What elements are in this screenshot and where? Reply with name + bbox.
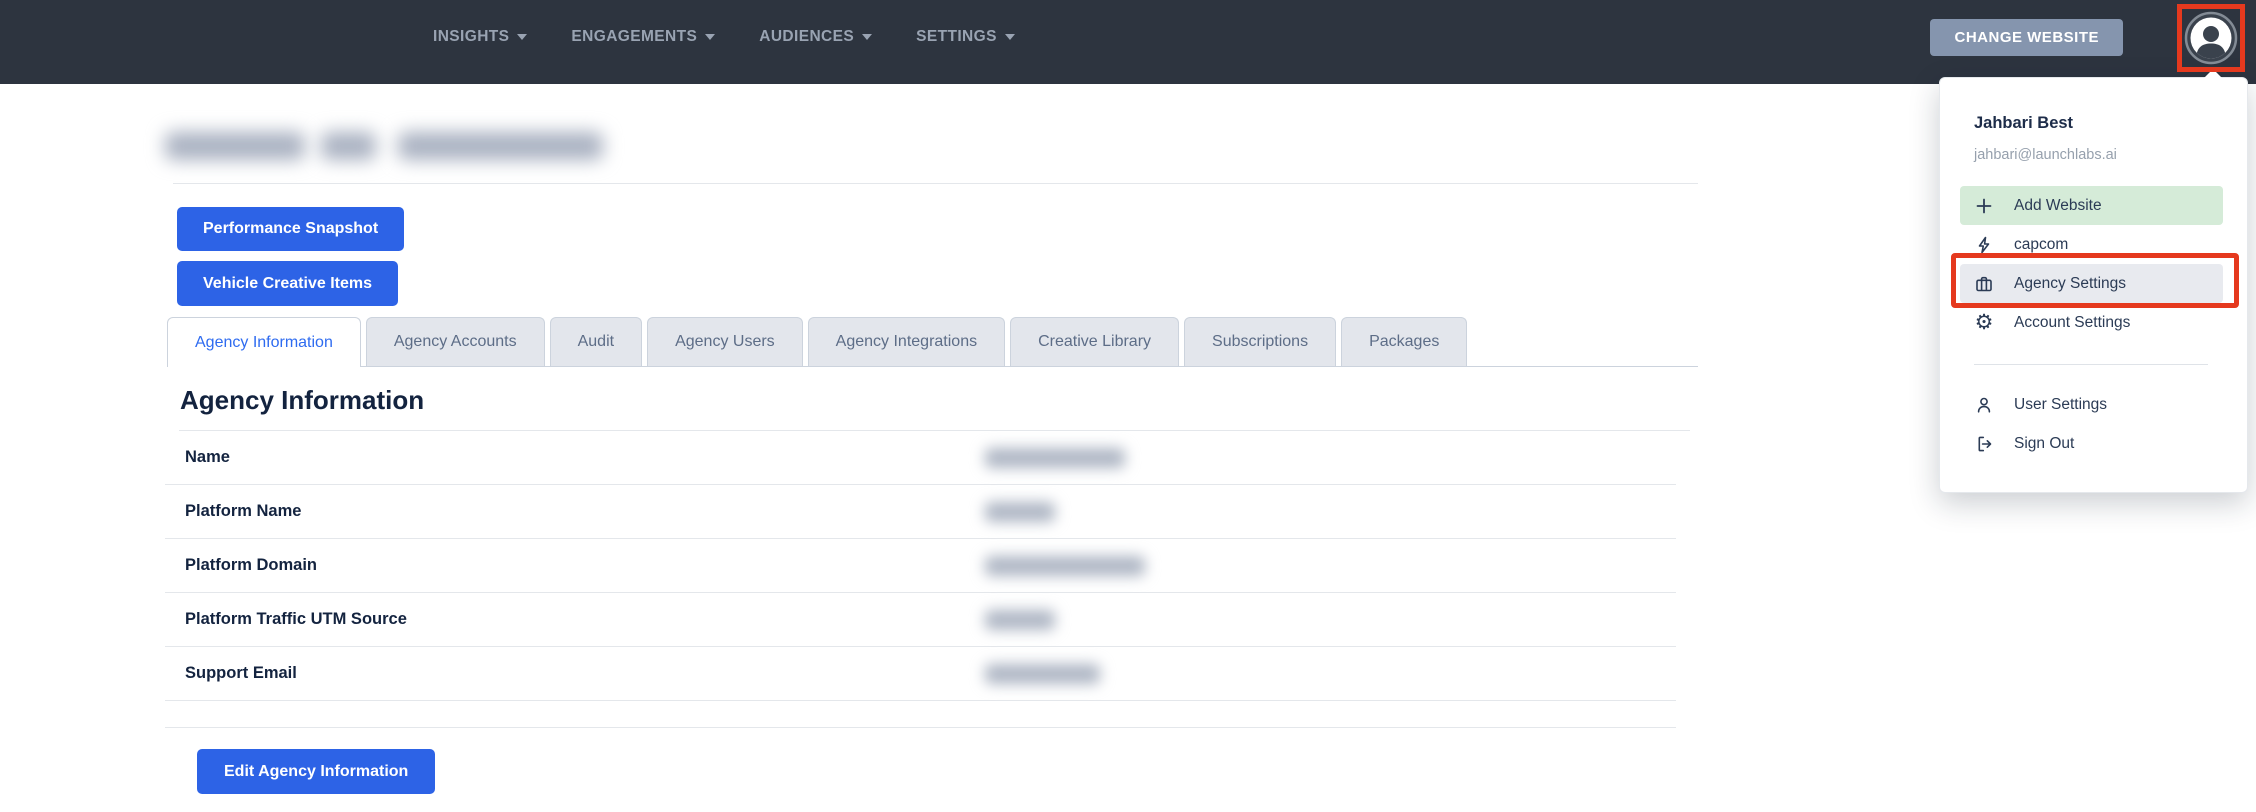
redacted-value xyxy=(985,664,1100,684)
menu-item-sign-out[interactable]: Sign Out xyxy=(1960,424,2223,463)
sign-out-icon xyxy=(1974,433,1994,454)
caret-down-icon xyxy=(862,34,873,40)
menu-item-capcom[interactable]: capcom xyxy=(1960,225,2223,264)
edit-agency-information-button[interactable]: Edit Agency Information xyxy=(197,749,436,794)
redacted-text-blob xyxy=(165,132,305,160)
tab-agency-users[interactable]: Agency Users xyxy=(647,317,803,366)
user-name: Jahbari Best xyxy=(1974,114,2074,132)
table-row-name: Name xyxy=(165,431,1676,485)
menu-item-agency-settings[interactable]: Agency Settings xyxy=(1960,264,2223,303)
field-label: Platform Name xyxy=(185,502,302,520)
field-label: Support Email xyxy=(185,664,297,682)
dropdown-item-list: Add Website capcom Agency Settings ⚙ Acc… xyxy=(1940,186,2247,342)
table-row-platform-domain: Platform Domain xyxy=(165,539,1676,593)
nav-menu-settings[interactable]: SETTINGS xyxy=(916,28,1015,46)
nav-menu-label: SETTINGS xyxy=(916,28,997,45)
main-content: Performance Snapshot Vehicle Creative It… xyxy=(165,122,1698,794)
page-title-redacted xyxy=(165,122,1698,170)
plus-icon xyxy=(1974,195,1994,216)
vehicle-creative-items-button[interactable]: Vehicle Creative Items xyxy=(177,261,398,306)
tab-audit[interactable]: Audit xyxy=(549,317,643,366)
redacted-text-blob xyxy=(398,132,603,160)
menu-item-add-website[interactable]: Add Website xyxy=(1960,186,2223,225)
tab-agency-integrations[interactable]: Agency Integrations xyxy=(807,317,1006,366)
section-title: Agency Information xyxy=(180,385,425,415)
menu-item-label: Agency Settings xyxy=(2014,274,2127,292)
redacted-text-blob xyxy=(321,132,376,160)
dropdown-footer-list: User Settings Sign Out xyxy=(1940,385,2247,463)
tab-subscriptions[interactable]: Subscriptions xyxy=(1184,317,1337,366)
tab-creative-library[interactable]: Creative Library xyxy=(1010,317,1180,366)
user-email: jahbari@launchlabs.ai xyxy=(1974,147,2117,163)
dropdown-divider xyxy=(1974,364,2208,365)
table-row-support-email: Support Email xyxy=(165,647,1676,701)
briefcase-icon xyxy=(1974,273,1994,294)
menu-item-label: Sign Out xyxy=(2014,434,2075,452)
performance-snapshot-button[interactable]: Performance Snapshot xyxy=(177,207,405,251)
table-row-platform-name: Platform Name xyxy=(165,485,1676,539)
nav-menu-label: ENGAGEMENTS xyxy=(571,28,698,45)
menu-item-account-settings[interactable]: ⚙ Account Settings xyxy=(1960,303,2223,342)
nav-menu-insights[interactable]: INSIGHTS xyxy=(433,28,528,46)
menu-item-label: User Settings xyxy=(2014,395,2108,413)
title-divider xyxy=(173,183,1698,184)
caret-down-icon xyxy=(1004,34,1015,40)
redacted-value xyxy=(985,610,1055,630)
nav-menu-audiences[interactable]: AUDIENCES xyxy=(759,28,873,46)
field-label: Platform Traffic UTM Source xyxy=(185,610,407,628)
field-label: Name xyxy=(185,448,230,466)
nav-menu-label: INSIGHTS xyxy=(433,28,510,45)
nav-menu-label: AUDIENCES xyxy=(759,28,855,45)
change-website-button[interactable]: CHANGE WEBSITE xyxy=(1930,18,2123,56)
redacted-value xyxy=(985,502,1055,522)
caret-down-icon xyxy=(705,34,716,40)
person-circle-icon xyxy=(2184,11,2238,65)
user-dropdown-menu: Jahbari Best jahbari@launchlabs.ai Add W… xyxy=(1939,69,2248,493)
nav-menus: INSIGHTS ENGAGEMENTS AUDIENCES SETTINGS xyxy=(433,28,1015,46)
redacted-value xyxy=(985,556,1145,576)
top-navbar: INSIGHTS ENGAGEMENTS AUDIENCES SETTINGS … xyxy=(0,0,2256,84)
field-label: Platform Domain xyxy=(185,556,318,574)
menu-item-label: capcom xyxy=(2014,235,2069,253)
menu-item-user-settings[interactable]: User Settings xyxy=(1960,385,2223,424)
table-bottom-divider xyxy=(165,701,1676,728)
settings-tab-bar: Agency Information Agency Accounts Audit… xyxy=(167,317,1698,367)
lightning-icon xyxy=(1974,234,1994,255)
tab-agency-accounts[interactable]: Agency Accounts xyxy=(365,317,545,366)
nav-menu-engagements[interactable]: ENGAGEMENTS xyxy=(571,28,716,46)
tab-agency-information[interactable]: Agency Information xyxy=(167,317,361,367)
agency-info-table: Name Platform Name Platform Domain Platf… xyxy=(165,431,1676,728)
table-row-platform-traffic-utm-source: Platform Traffic UTM Source xyxy=(165,593,1676,647)
tab-packages[interactable]: Packages xyxy=(1341,317,1468,366)
gear-icon: ⚙ xyxy=(1974,310,1994,334)
caret-down-icon xyxy=(517,34,528,40)
user-avatar-button[interactable] xyxy=(2183,10,2239,66)
menu-item-label: Add Website xyxy=(2014,196,2102,214)
user-icon xyxy=(1974,394,1994,415)
redacted-value xyxy=(985,448,1125,468)
annotation-box-avatar xyxy=(2177,4,2245,72)
menu-item-label: Account Settings xyxy=(2014,313,2131,331)
